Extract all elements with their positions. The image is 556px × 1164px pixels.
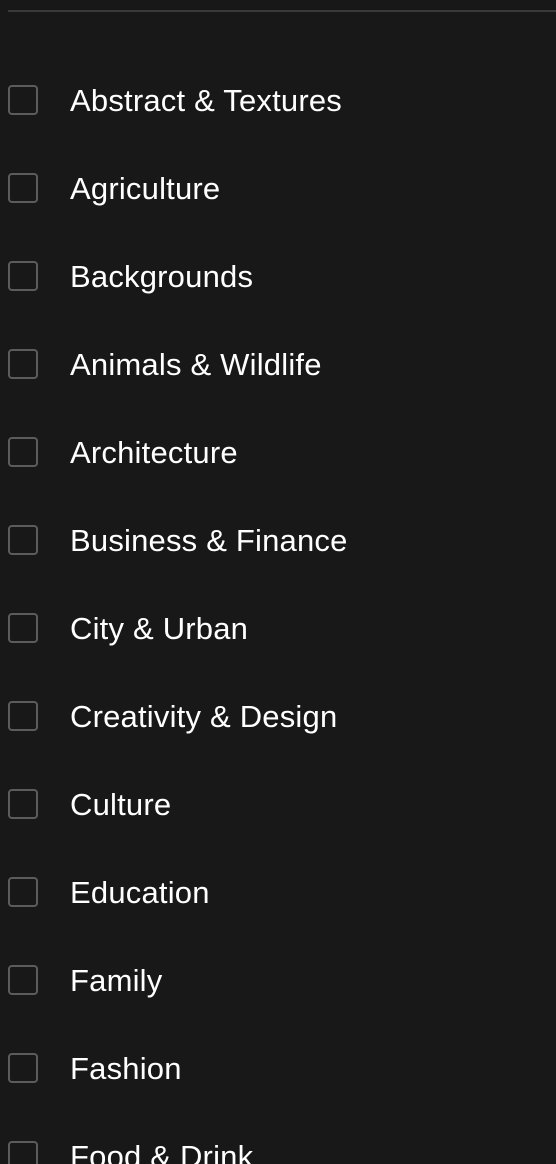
category-backgrounds[interactable]: Backgrounds — [0, 232, 556, 320]
category-checkbox[interactable] — [8, 789, 38, 819]
category-checkbox[interactable] — [8, 1141, 38, 1164]
category-fashion[interactable]: Fashion — [0, 1024, 556, 1112]
category-label: Food & Drink — [70, 1138, 254, 1164]
category-city-urban[interactable]: City & Urban — [0, 584, 556, 672]
top-divider — [8, 10, 556, 12]
category-creativity-design[interactable]: Creativity & Design — [0, 672, 556, 760]
category-culture[interactable]: Culture — [0, 760, 556, 848]
category-label: Education — [70, 874, 210, 910]
category-label: Abstract & Textures — [70, 82, 343, 118]
category-checkbox[interactable] — [8, 85, 38, 115]
category-label: Agriculture — [70, 170, 221, 206]
category-animals-wildlife[interactable]: Animals & Wildlife — [0, 320, 556, 408]
category-label: Culture — [70, 786, 172, 822]
category-checkbox[interactable] — [8, 701, 38, 731]
category-filter-list: Abstract & Textures Agriculture Backgrou… — [0, 56, 556, 1164]
category-business-finance[interactable]: Business & Finance — [0, 496, 556, 584]
category-checkbox[interactable] — [8, 877, 38, 907]
category-label: Creativity & Design — [70, 698, 338, 734]
category-checkbox[interactable] — [8, 437, 38, 467]
category-checkbox[interactable] — [8, 349, 38, 379]
category-label: Backgrounds — [70, 258, 254, 294]
category-label: Animals & Wildlife — [70, 346, 322, 382]
category-checkbox[interactable] — [8, 173, 38, 203]
category-agriculture[interactable]: Agriculture — [0, 144, 556, 232]
category-food-drink[interactable]: Food & Drink — [0, 1112, 556, 1164]
category-label: Family — [70, 962, 163, 998]
category-architecture[interactable]: Architecture — [0, 408, 556, 496]
category-checkbox[interactable] — [8, 965, 38, 995]
category-label: Architecture — [70, 434, 238, 470]
category-label: Business & Finance — [70, 522, 348, 558]
category-family[interactable]: Family — [0, 936, 556, 1024]
category-checkbox[interactable] — [8, 1053, 38, 1083]
category-checkbox[interactable] — [8, 525, 38, 555]
category-checkbox[interactable] — [8, 613, 38, 643]
category-abstract-textures[interactable]: Abstract & Textures — [0, 56, 556, 144]
category-education[interactable]: Education — [0, 848, 556, 936]
category-checkbox[interactable] — [8, 261, 38, 291]
category-label: City & Urban — [70, 610, 249, 646]
category-label: Fashion — [70, 1050, 182, 1086]
